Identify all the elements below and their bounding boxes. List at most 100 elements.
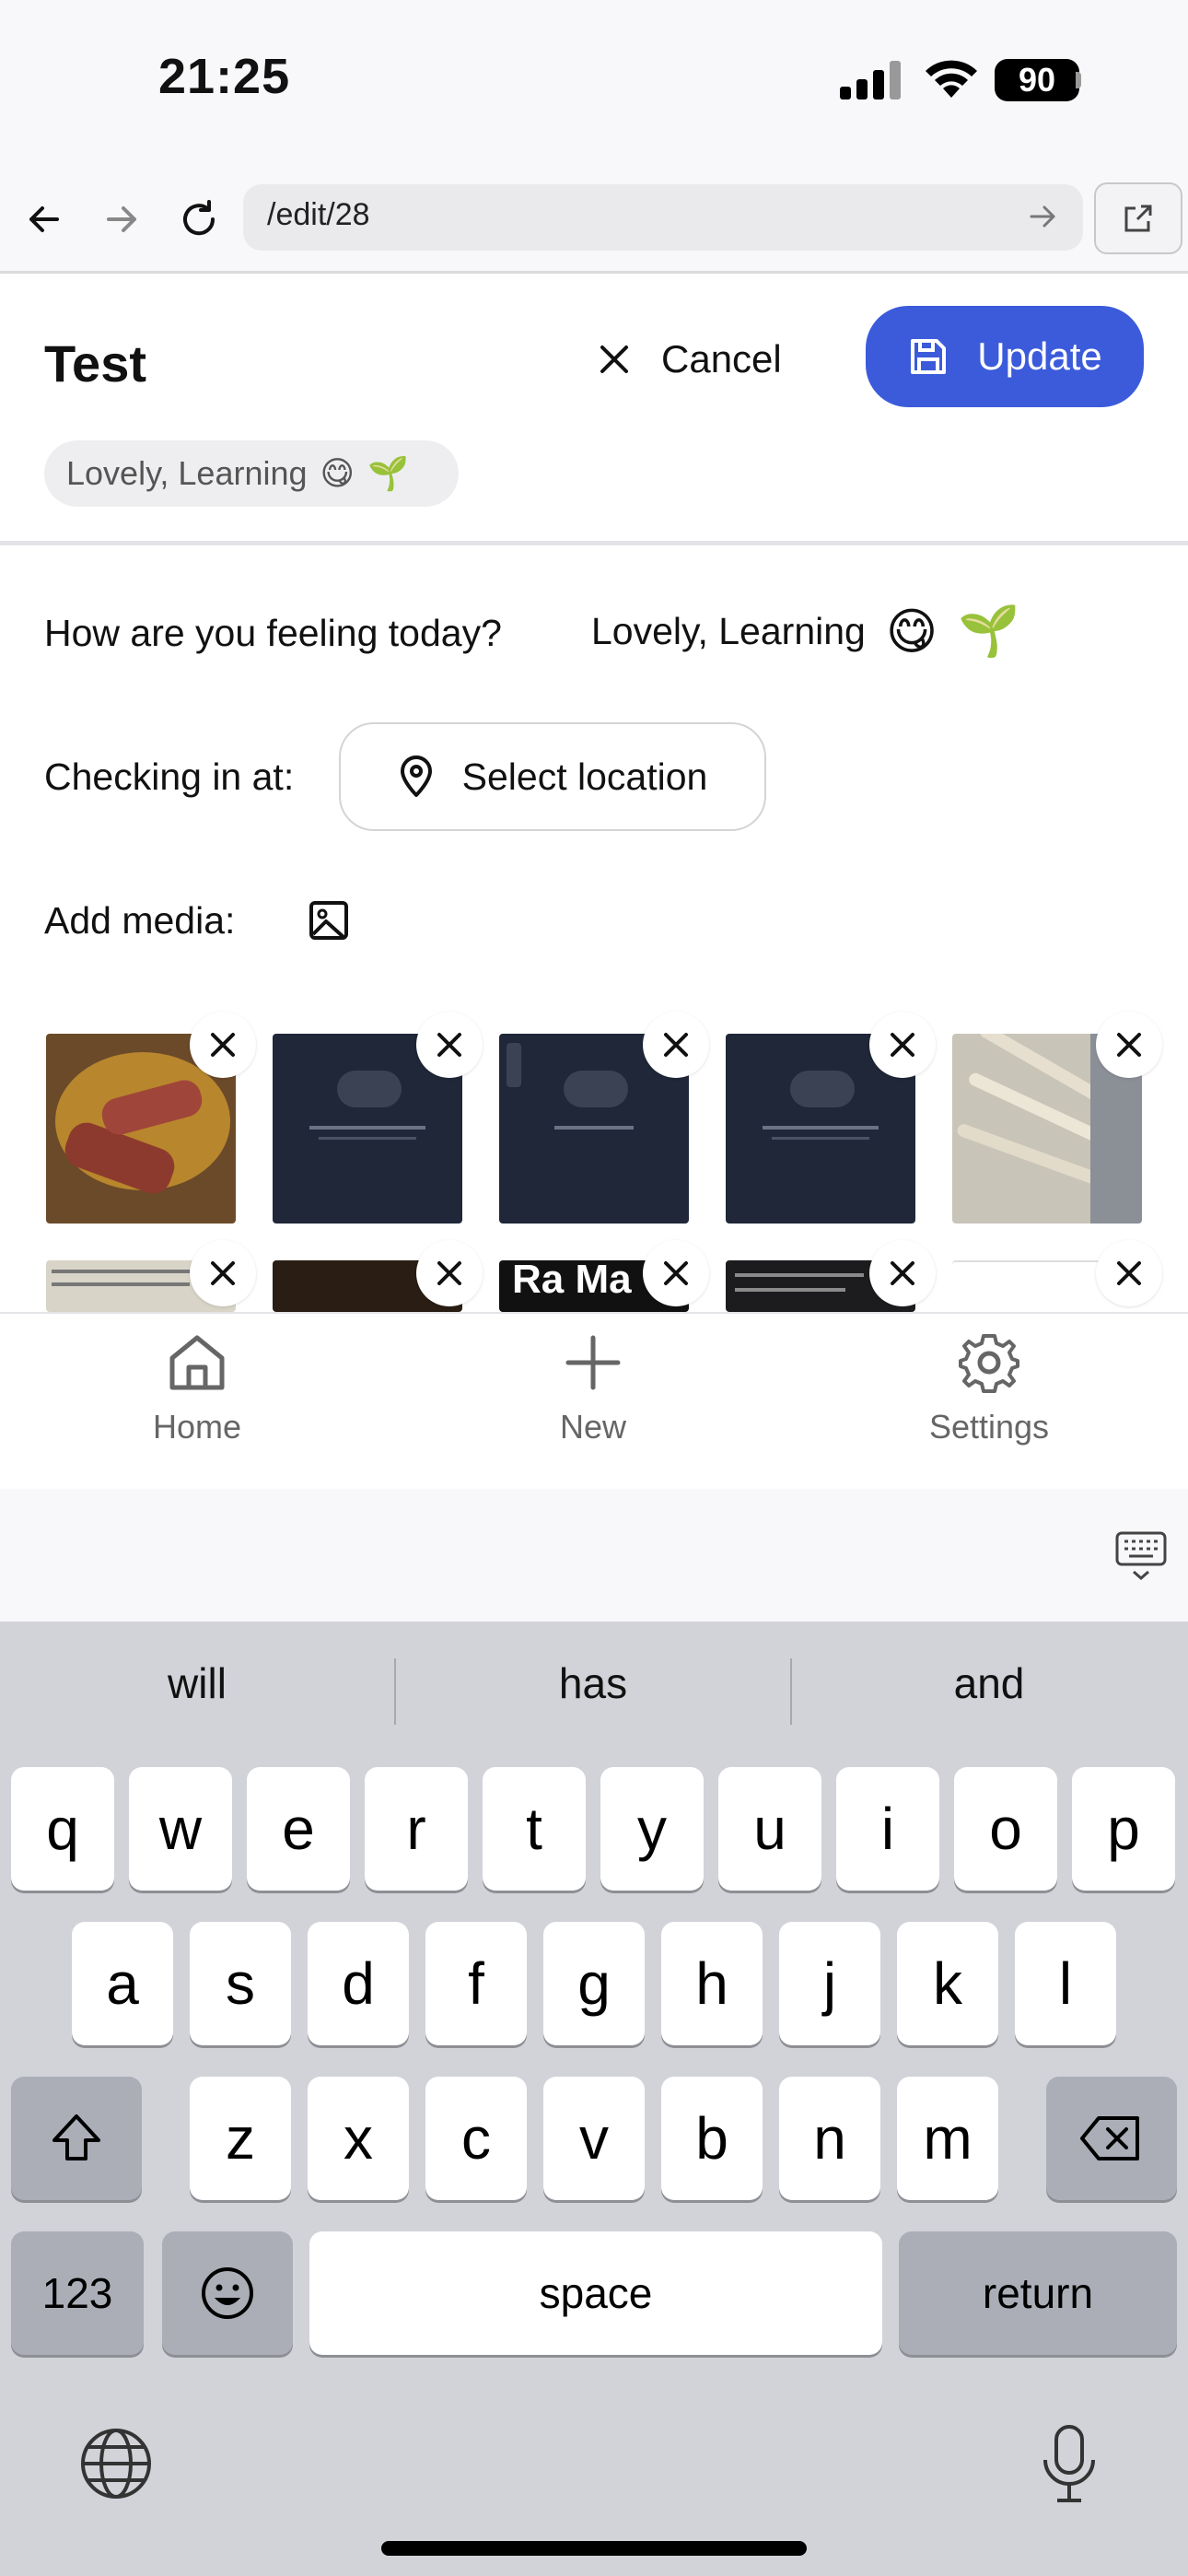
key[interactable]: p (1072, 1767, 1175, 1891)
key[interactable]: i (836, 1767, 939, 1891)
save-icon (911, 339, 947, 374)
emoji-key[interactable] (162, 2231, 293, 2355)
select-location-button[interactable]: Select location (339, 722, 766, 831)
mood-chip-label: Lovely, Learning (66, 454, 308, 492)
key[interactable]: b (661, 2077, 763, 2200)
remove-media-button[interactable] (416, 1240, 483, 1306)
keyboard-dismiss-icon[interactable] (1114, 1529, 1168, 1583)
remove-media-button[interactable] (869, 1012, 936, 1078)
suggestion-item[interactable]: has (396, 1658, 790, 1708)
checkin-label: Checking in at: (44, 755, 295, 798)
remove-media-button[interactable] (1096, 1240, 1162, 1306)
open-external-button[interactable] (1094, 182, 1182, 254)
key[interactable]: n (779, 2077, 880, 2200)
key[interactable]: g (543, 1922, 645, 2045)
backspace-icon (1080, 2116, 1139, 2160)
return-key[interactable]: return (899, 2231, 1177, 2355)
suggestion-item[interactable]: will (0, 1658, 394, 1708)
key[interactable]: e (247, 1767, 350, 1891)
key[interactable]: d (308, 1922, 409, 2045)
remove-media-button[interactable] (643, 1240, 709, 1306)
remove-media-button[interactable] (190, 1012, 256, 1078)
reload-icon[interactable] (171, 192, 227, 247)
space-key[interactable]: space (309, 2231, 882, 2355)
back-arrow-icon[interactable] (17, 192, 72, 247)
media-thumbnail-text: Ra Ma (512, 1260, 632, 1302)
home-indicator (381, 2541, 807, 2556)
key[interactable]: j (779, 1922, 880, 2045)
select-location-label: Select location (461, 755, 708, 798)
key[interactable]: l (1015, 1922, 1116, 2045)
backspace-key[interactable] (1046, 2077, 1177, 2200)
emoji-icon (202, 2267, 253, 2319)
status-time: 21:25 (158, 49, 291, 104)
close-icon (211, 1261, 235, 1285)
close-icon (664, 1033, 688, 1057)
media-label: Add media: (44, 899, 236, 942)
key[interactable]: r (365, 1767, 468, 1891)
close-icon (891, 1261, 914, 1285)
nav-label: New (559, 1408, 627, 1446)
mood-chip-emoji: 🌱 (367, 454, 409, 492)
nav-item-new[interactable]: New (501, 1330, 685, 1446)
key[interactable]: q (11, 1767, 114, 1891)
key[interactable]: f (425, 1922, 527, 2045)
microphone-icon[interactable] (1039, 2423, 1100, 2506)
feeling-emoji: 😋 (885, 604, 938, 660)
key[interactable]: s (190, 1922, 291, 2045)
feeling-label: How are you feeling today? (44, 612, 502, 654)
remove-media-button[interactable] (643, 1012, 709, 1078)
nav-item-home[interactable]: Home (105, 1330, 289, 1446)
close-icon (1117, 1033, 1141, 1057)
key[interactable]: c (425, 2077, 527, 2200)
key[interactable]: x (308, 2077, 409, 2200)
map-pin-icon (400, 755, 432, 797)
remove-media-button[interactable] (190, 1240, 256, 1306)
update-button[interactable]: Update (866, 306, 1144, 407)
key[interactable]: a (72, 1922, 173, 2045)
keyboard-accessory-bar (0, 1489, 1188, 1622)
shift-key[interactable] (11, 2077, 142, 2200)
feeling-emoji: 🌱 (958, 603, 1020, 659)
key[interactable]: k (897, 1922, 998, 2045)
home-icon (169, 1335, 225, 1390)
suggestion-item[interactable]: and (792, 1658, 1186, 1708)
key[interactable]: y (600, 1767, 704, 1891)
key[interactable]: u (718, 1767, 821, 1891)
feeling-value: Lovely, Learning (591, 610, 866, 652)
cellular-signal-icon (840, 61, 901, 100)
key[interactable]: m (897, 2077, 998, 2200)
page-title: Test (44, 334, 146, 392)
image-icon[interactable] (308, 899, 350, 942)
forward-arrow-icon[interactable] (94, 192, 149, 247)
key[interactable]: t (483, 1767, 586, 1891)
close-icon (600, 345, 628, 373)
mood-chip-emoji: 😋 (320, 454, 355, 492)
key[interactable]: w (129, 1767, 232, 1891)
cancel-button[interactable]: Cancel (599, 313, 829, 405)
external-link-icon (1124, 205, 1152, 232)
nav-item-settings[interactable]: Settings (897, 1330, 1081, 1446)
key[interactable]: v (543, 2077, 645, 2200)
nav-label: Home (152, 1408, 242, 1446)
key[interactable]: z (190, 2077, 291, 2200)
update-label: Update (977, 334, 1102, 378)
url-text: /edit/28 (267, 197, 370, 232)
close-icon (891, 1033, 914, 1057)
feeling-selector[interactable]: Lovely, Learning 😋 🌱 (591, 603, 1019, 661)
cancel-label: Cancel (661, 337, 782, 381)
nav-label: Settings (928, 1408, 1050, 1446)
numbers-key[interactable]: 123 (11, 2231, 144, 2355)
go-arrow-icon[interactable] (1028, 201, 1059, 232)
close-icon (1117, 1261, 1141, 1285)
battery-indicator: 90 (995, 59, 1079, 101)
remove-media-button[interactable] (416, 1012, 483, 1078)
remove-media-button[interactable] (869, 1240, 936, 1306)
close-icon (437, 1261, 461, 1285)
globe-icon[interactable] (77, 2425, 155, 2502)
wifi-icon (926, 60, 977, 98)
key[interactable]: h (661, 1922, 763, 2045)
key[interactable]: o (954, 1767, 1057, 1891)
close-icon (664, 1261, 688, 1285)
remove-media-button[interactable] (1096, 1012, 1162, 1078)
